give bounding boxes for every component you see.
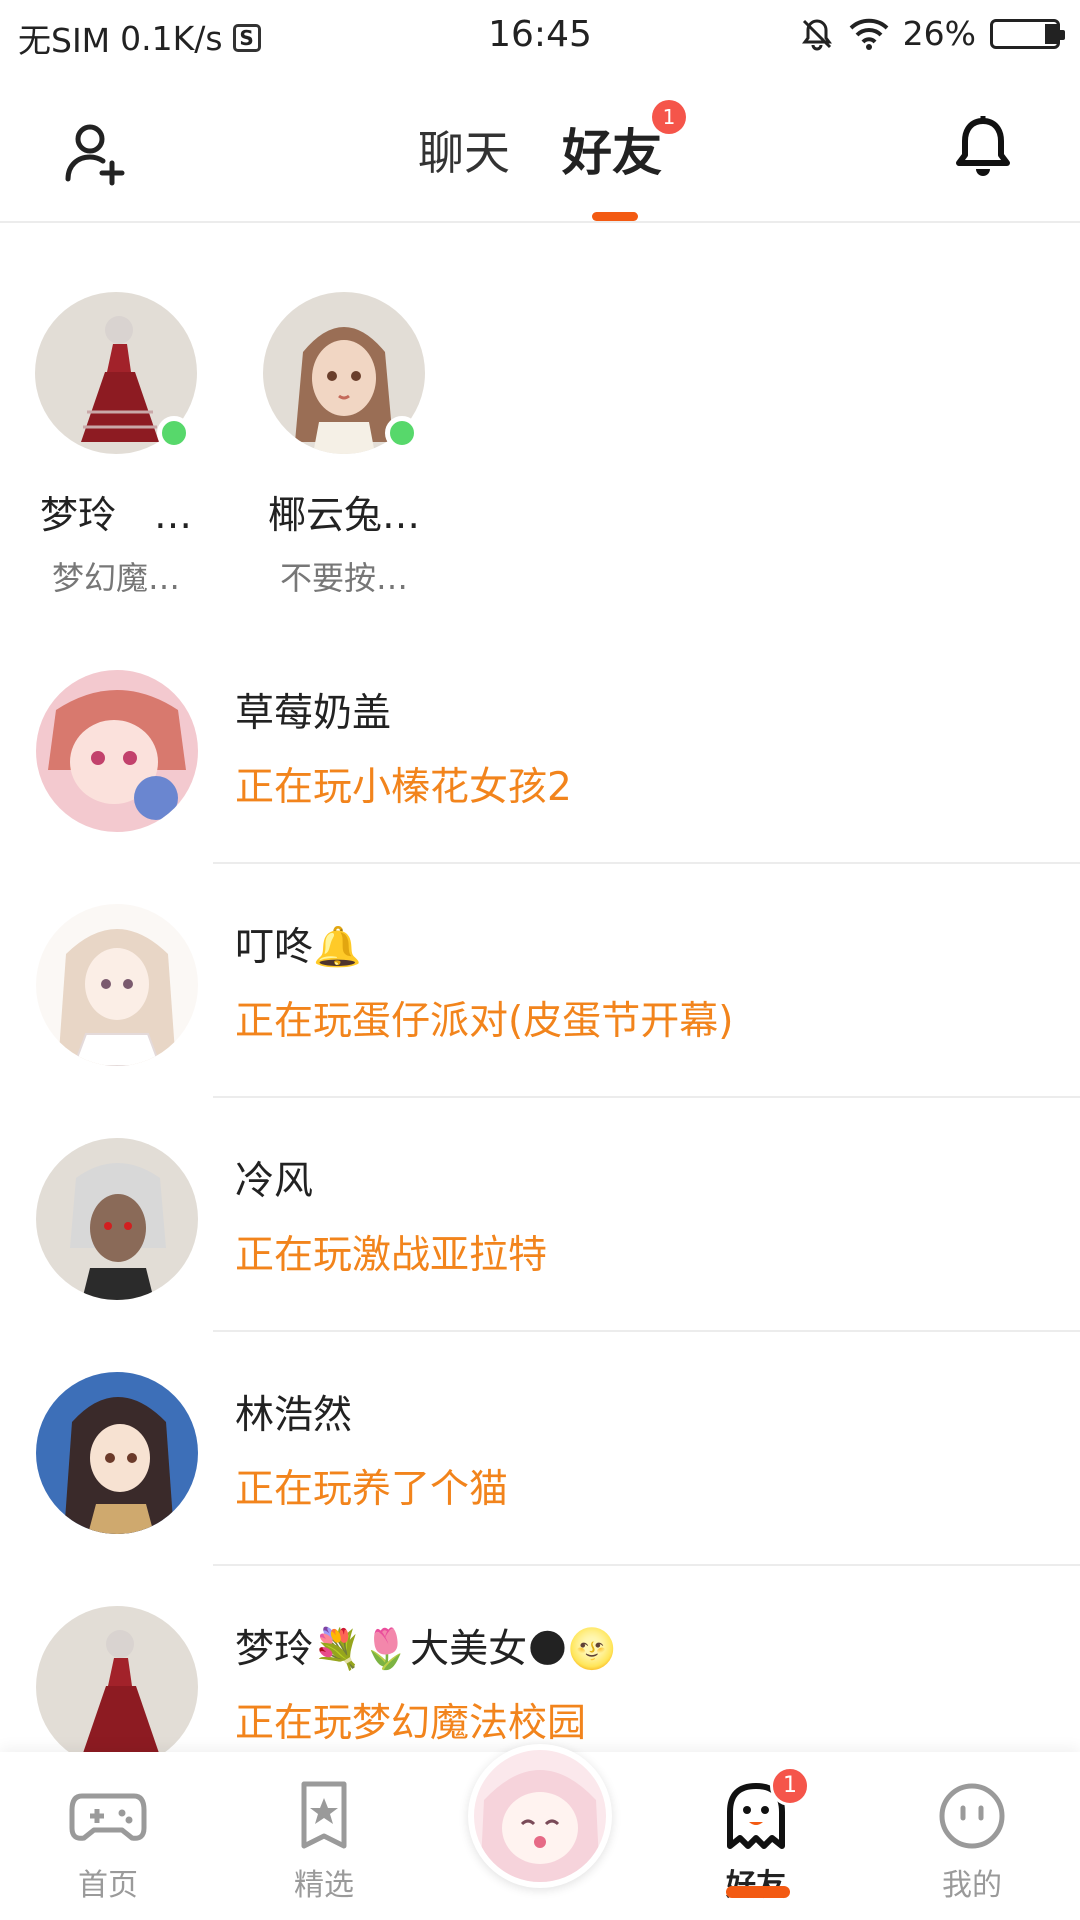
friend-status: 正在玩激战亚拉特 xyxy=(235,1233,548,1278)
wifi-icon xyxy=(849,18,889,50)
online-friend-sub: 不要按… xyxy=(279,559,408,597)
online-friend-name: 椰云兔… xyxy=(267,493,420,537)
notification-bell-icon[interactable] xyxy=(948,113,1018,183)
tab-friends-badge: 1 xyxy=(652,100,686,134)
status-bar: 无SIM 0.1K/s S 16:45 26% xyxy=(0,0,1080,75)
friend-status: 正在玩蛋仔派对(皮蛋节开幕) xyxy=(235,999,734,1044)
nav-friends-badge: 1 xyxy=(770,1766,810,1806)
bottom-nav: 首页 精选 1 好友 我的 xyxy=(0,1744,1080,1920)
online-friend-card[interactable]: 梦玲 … 梦幻魔… xyxy=(16,292,216,599)
active-tab-indicator xyxy=(592,212,638,221)
tab-friends[interactable]: 好友 xyxy=(562,113,662,185)
status-right: 26% xyxy=(799,14,1065,53)
add-friend-icon[interactable] xyxy=(62,117,132,187)
avatar xyxy=(36,1372,198,1534)
nav-label-featured: 精选 xyxy=(294,1868,354,1903)
nav-item-home[interactable]: 首页 xyxy=(38,1780,178,1904)
friend-name: 冷风 xyxy=(235,1159,314,1204)
avatar xyxy=(36,670,198,832)
friend-list-item[interactable]: 叮咚🔔 正在玩蛋仔派对(皮蛋节开幕) xyxy=(0,864,1080,1098)
avatar xyxy=(36,1138,198,1300)
online-status-dot xyxy=(385,416,419,450)
avatar xyxy=(36,1606,198,1768)
online-friend-sub: 梦幻魔… xyxy=(51,559,180,597)
active-nav-indicator xyxy=(726,1886,790,1898)
friend-name: 草莓奶盖 xyxy=(235,691,392,736)
nav-label-me: 我的 xyxy=(942,1868,1002,1903)
star-bookmark-icon xyxy=(301,1781,347,1849)
friend-name: 叮咚🔔 xyxy=(235,925,362,970)
online-friend-card[interactable]: 椰云兔… 不要按… xyxy=(244,292,444,599)
battery-percent: 26% xyxy=(902,14,976,53)
friend-list-item[interactable]: 林浩然 正在玩养了个猫 xyxy=(0,1332,1080,1566)
battery-icon xyxy=(990,18,1065,49)
friend-list-item[interactable]: 冷风 正在玩激战亚拉特 xyxy=(0,1098,1080,1332)
friend-name: 林浩然 xyxy=(235,1393,353,1438)
top-header: 聊天 好友 1 xyxy=(0,75,1080,223)
nav-item-me[interactable]: 我的 xyxy=(902,1780,1042,1904)
online-friend-name: 梦玲 … xyxy=(39,493,192,537)
avatar xyxy=(36,904,198,1066)
online-status-dot xyxy=(157,416,191,450)
face-icon xyxy=(939,1783,1005,1849)
online-friends-row: 梦玲 … 梦幻魔… 椰云兔… 不要按… xyxy=(0,292,1080,597)
nav-item-friends[interactable]: 1 好友 xyxy=(686,1766,826,1904)
friend-status: 正在玩梦幻魔法校园 xyxy=(235,1701,587,1746)
nav-item-featured[interactable]: 精选 xyxy=(254,1780,394,1904)
center-avatar-button[interactable] xyxy=(468,1744,612,1888)
mute-bell-icon xyxy=(801,18,832,50)
tab-chat[interactable]: 聊天 xyxy=(418,117,510,183)
friend-list-item[interactable]: 草莓奶盖 正在玩小榛花女孩2 xyxy=(0,630,1080,864)
friend-name: 梦玲💐🌷大美女🌑🌝 xyxy=(235,1627,617,1672)
nav-label-home: 首页 xyxy=(78,1868,138,1903)
friend-status: 正在玩小榛花女孩2 xyxy=(235,765,572,810)
gamepad-icon xyxy=(69,1793,147,1841)
friend-status: 正在玩养了个猫 xyxy=(235,1467,509,1512)
